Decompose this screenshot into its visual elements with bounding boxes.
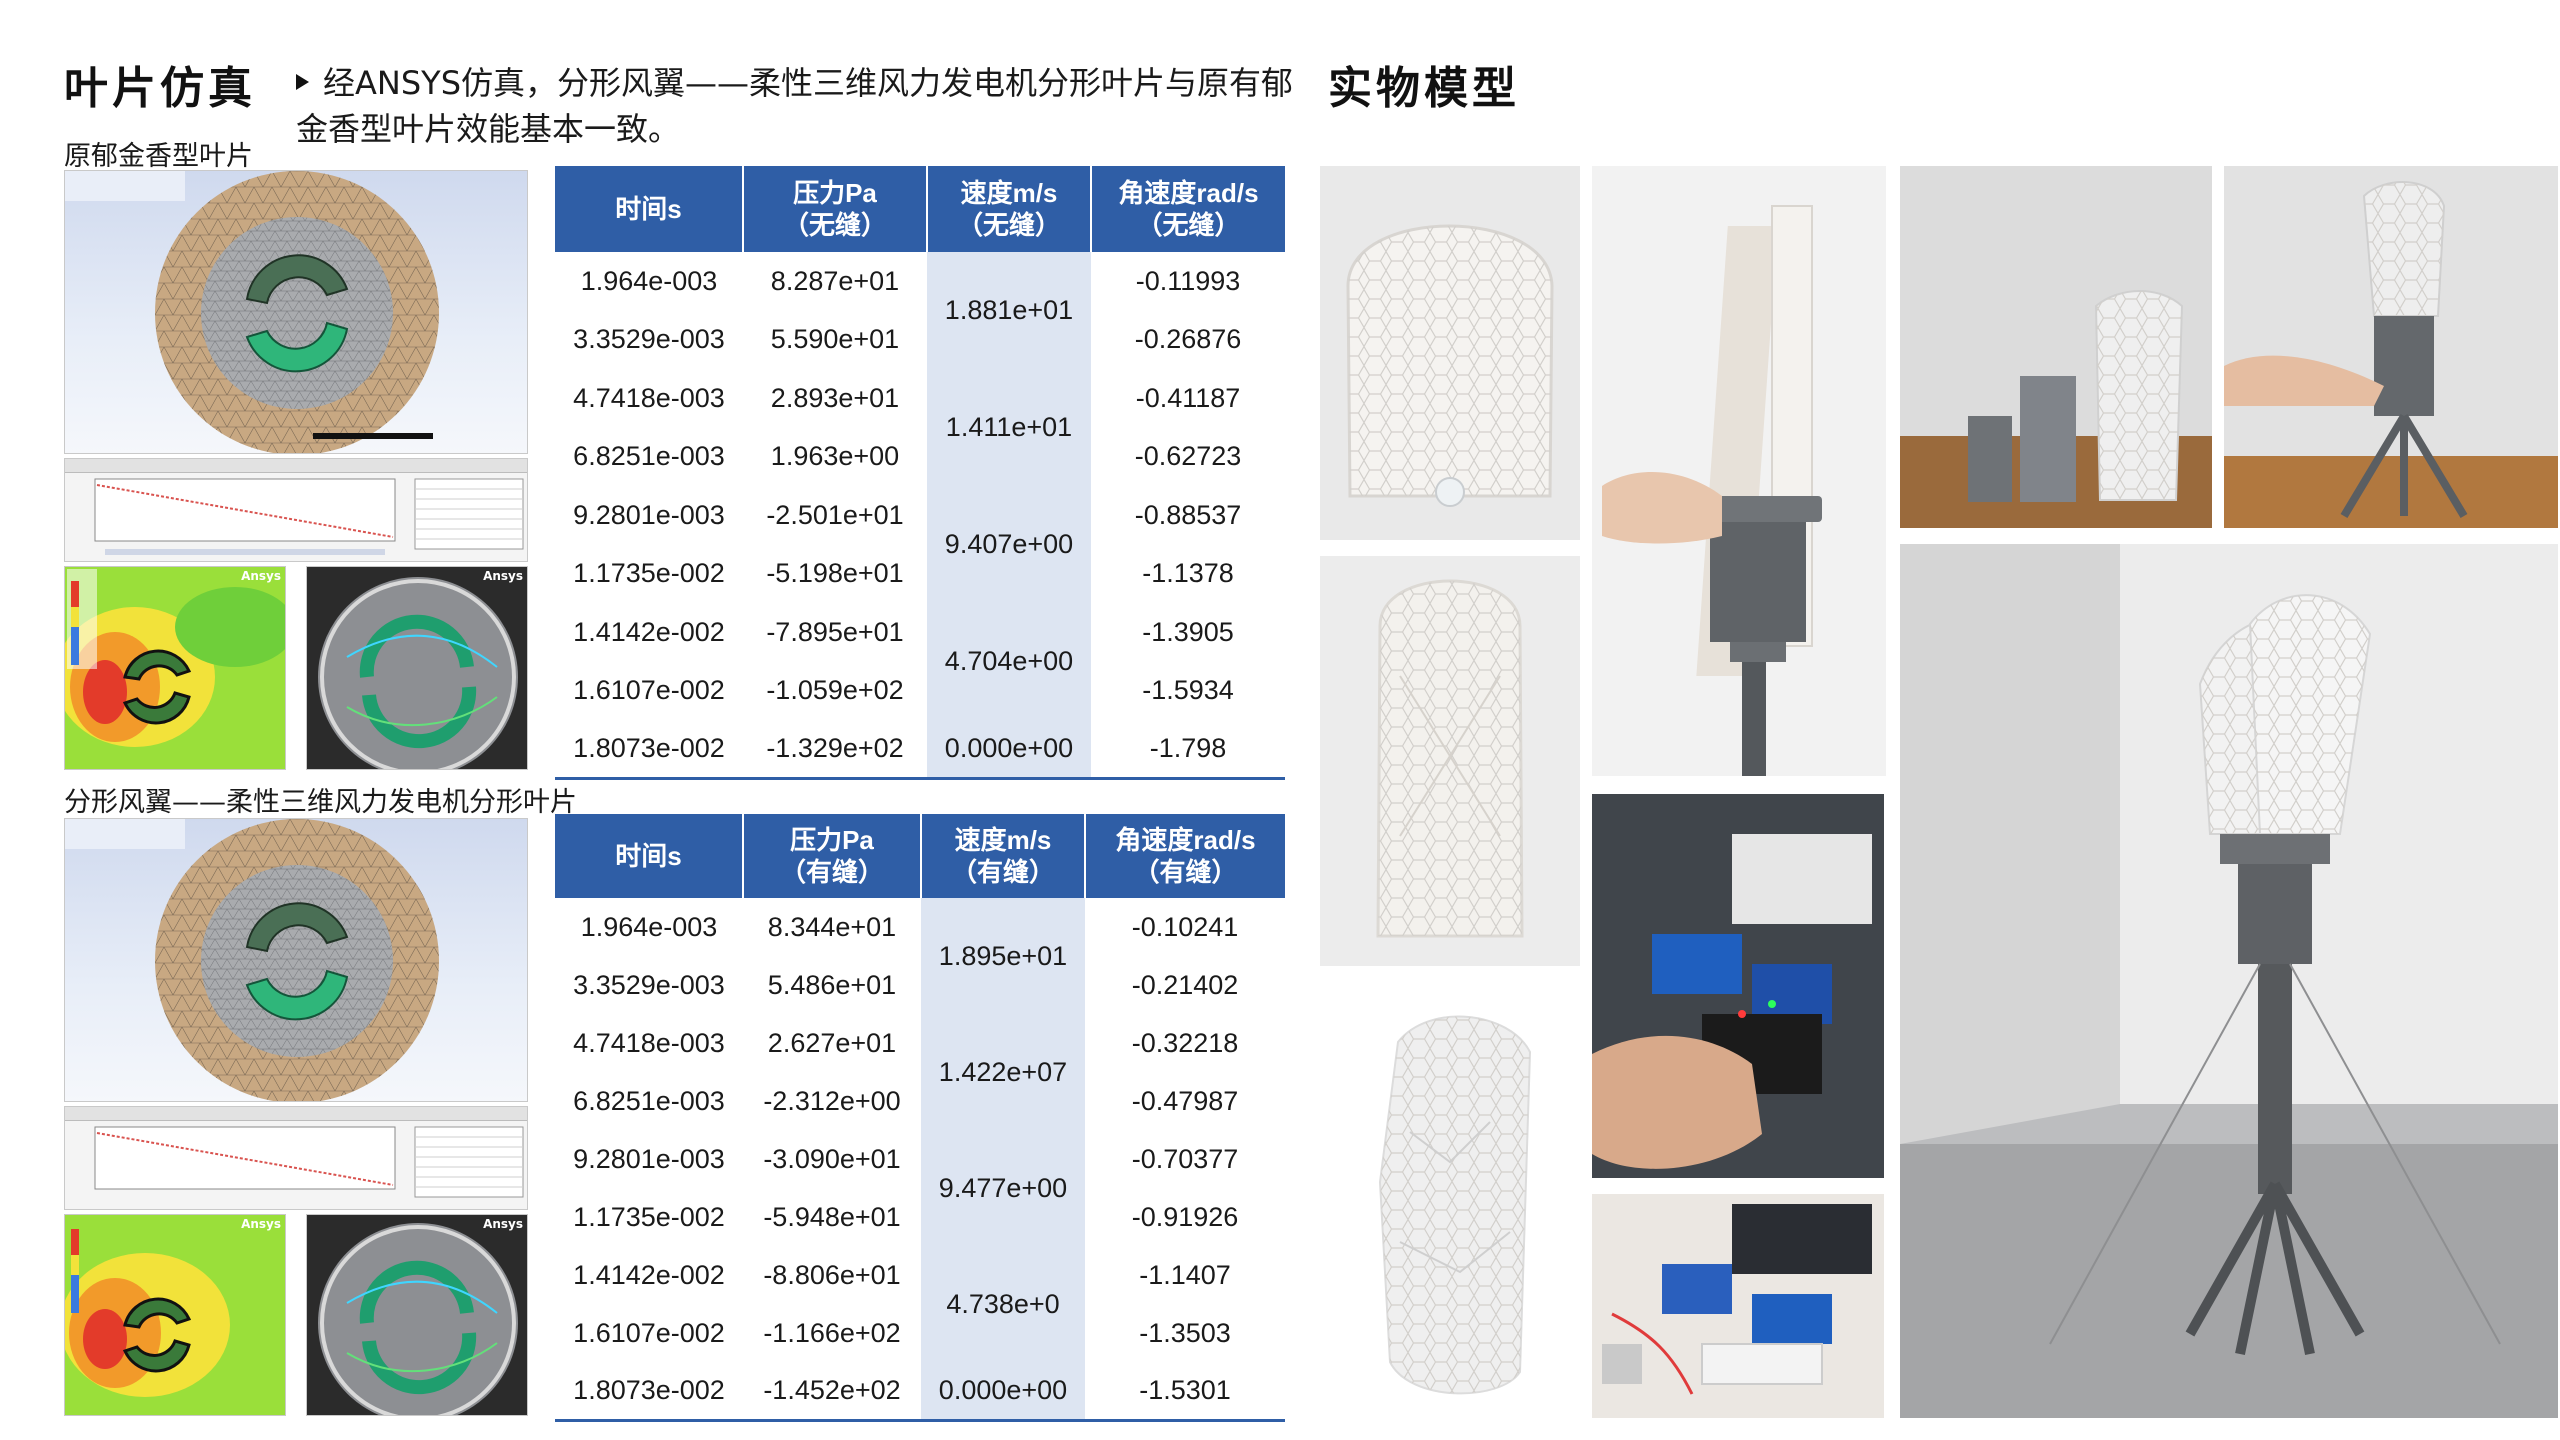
plot-toolbar <box>65 459 527 474</box>
table-row: 3.3529e-003 5.486e+01 -0.21402 <box>573 969 1239 1000</box>
blade-photo-tulip-pattern <box>1320 166 1580 540</box>
section-title-simulation: 叶片仿真 <box>64 63 256 114</box>
table-row: 3.3529e-003 5.590e+01 -0.26876 <box>573 324 1242 355</box>
speed-cell: 4.738e+0 <box>921 1246 1085 1362</box>
table-row: 1.8073e-002 -1.329e+02 0.000e+00 -1.798 <box>555 720 1285 780</box>
header-time: 时间s <box>555 814 744 898</box>
fractal-mesh-view <box>64 818 528 1102</box>
photo-blades-and-bases <box>1900 166 2212 528</box>
header-pressure: 压力Pa （无缝） <box>743 166 928 252</box>
speed-cell: 0.000e+00 <box>921 1362 1085 1422</box>
speed-cell: 9.477e+00 <box>921 1130 1085 1246</box>
photo-circuit-breadboard <box>1592 1194 1884 1418</box>
header-speed: 速度m/s （有缝） <box>921 814 1086 898</box>
tulip-mesh-view <box>64 170 528 454</box>
fractal-blade-label: 分形风翼——柔性三维风力发电机分形叶片 <box>64 787 577 818</box>
blade-photo-cylinder <box>1320 556 1580 966</box>
plot-area <box>94 1126 524 1198</box>
table-row: 6.8251e-003 -2.312e+00 -0.47987 <box>573 1085 1239 1116</box>
tulip-simulation-table: 时间s 压力Pa （无缝） 速度m/s （无缝） 角速度rad/s （无缝） 1.96… <box>555 166 1285 780</box>
speed-cell: 1.881e+01 <box>927 252 1091 369</box>
header-angular-velocity: 角速度rad/s （有缝） <box>1085 814 1285 898</box>
tulip-velocity-streamlines: Ansys <box>306 566 528 770</box>
plot-area <box>94 478 524 556</box>
mesh-diagram <box>65 819 439 1101</box>
speed-cell: 1.411e+01 <box>927 369 1091 486</box>
mesh-diagram <box>65 171 439 453</box>
photo-hand-assembling-blade <box>1592 166 1886 776</box>
speed-cell: 9.407e+00 <box>927 486 1091 603</box>
speed-cell: 1.895e+01 <box>921 898 1085 1014</box>
header-speed: 速度m/s （无缝） <box>927 166 1092 252</box>
table-row: 1.4142e-002 -8.806e+01 4.738e+0 -1.1407 <box>555 1246 1285 1362</box>
plot-toolbar <box>65 1107 527 1122</box>
fractal-velocity-streamlines: Ansys <box>306 1214 528 1416</box>
tulip-angular-velocity-plot <box>64 458 528 562</box>
speed-cell: 0.000e+00 <box>927 720 1091 780</box>
fractal-simulation-table: 时间s 压力Pa （有缝） 速度m/s （有缝） 角速度rad/s （有缝） 1.96… <box>555 814 1285 1422</box>
fractal-angular-velocity-plot <box>64 1106 528 1210</box>
description-text: 经ANSYS仿真，分形风翼——柔性三维风力发电机分形叶片与原有郁金香型叶片效能基… <box>296 64 1294 148</box>
ansys-brand-label: Ansys <box>483 1217 523 1231</box>
render-full-turbine <box>1900 544 2558 1418</box>
header-time: 时间s <box>555 166 744 252</box>
table-row: 1.8073e-002 -1.452e+02 0.000e+00 -1.5301 <box>555 1362 1285 1422</box>
simulation-description: 经ANSYS仿真，分形风翼——柔性三维风力发电机分形叶片与原有郁金香型叶片效能基… <box>296 60 1296 152</box>
table-row: 6.8251e-003 1.963e+00 -0.62723 <box>573 441 1242 472</box>
speed-cell: 4.704e+00 <box>927 603 1091 720</box>
tulip-pressure-contour: Ansys <box>64 566 286 770</box>
section-title-physical-model: 实物模型 <box>1328 63 1520 114</box>
fractal-pressure-contour: Ansys <box>64 1214 286 1416</box>
header-angular-velocity: 角速度rad/s （无缝） <box>1091 166 1285 252</box>
tulip-blade-label: 原郁金香型叶片 <box>64 141 253 172</box>
table-row: 1.1735e-002 -5.198e+01 -1.1378 <box>573 558 1234 589</box>
header-pressure: 压力Pa （有缝） <box>743 814 922 898</box>
table-row: 1.964e-003 8.287e+01 1.881e+01 -0.11993 <box>555 252 1285 369</box>
photo-circuit-hand <box>1592 794 1884 1178</box>
table-row: 4.7418e-003 2.893e+01 1.411e+01 -0.41187 <box>555 369 1285 486</box>
photo-hand-on-turbine <box>2224 166 2558 528</box>
bullet-triangle-icon <box>296 74 309 90</box>
table-row: 9.2801e-003 -2.501e+01 9.407e+00 -0.88537 <box>555 486 1285 603</box>
table-row: 4.7418e-003 2.627e+01 1.422e+07 -0.32218 <box>555 1014 1285 1130</box>
table-row: 1.1735e-002 -5.948e+01 -0.91926 <box>573 1201 1239 1232</box>
table-row: 1.964e-003 8.344e+01 1.895e+01 -0.10241 <box>555 898 1285 1014</box>
ansys-brand-label: Ansys <box>483 569 523 583</box>
ansys-brand-label: Ansys <box>241 569 281 583</box>
table-row: 9.2801e-003 -3.090e+01 9.477e+00 -0.70377 <box>555 1130 1285 1246</box>
table-row: 1.6107e-002 -1.166e+02 -1.3503 <box>573 1317 1231 1348</box>
blade-photo-crumpled <box>1320 982 1580 1418</box>
ansys-brand-label: Ansys <box>241 1217 281 1231</box>
table-row: 1.6107e-002 -1.059e+02 -1.5934 <box>573 675 1234 706</box>
table-row: 1.4142e-002 -7.895e+01 4.704e+00 -1.3905 <box>555 603 1285 720</box>
speed-cell: 1.422e+07 <box>921 1014 1085 1130</box>
